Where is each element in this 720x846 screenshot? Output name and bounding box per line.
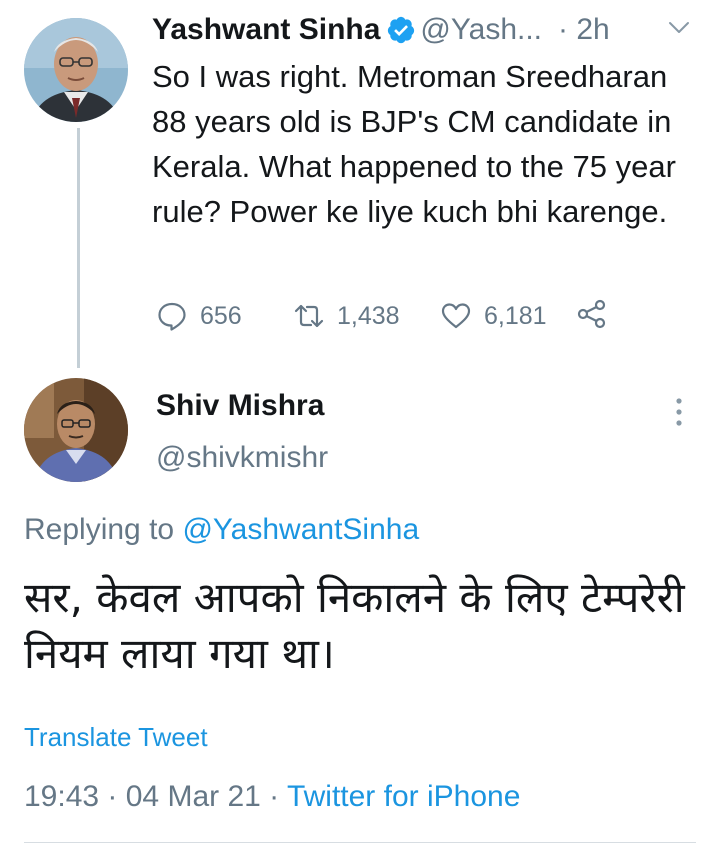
parent-tweet-text: So I was right. Metroman Sreedharan 88 y… [152, 59, 676, 229]
divider [24, 842, 696, 843]
translate-tweet-link[interactable]: Translate Tweet [24, 722, 208, 753]
like-button[interactable]: 6,181 [440, 296, 547, 336]
author-handle[interactable]: @Yash... [420, 13, 542, 47]
reply-icon [158, 302, 186, 331]
reply-button[interactable]: 656 [156, 296, 242, 336]
tweet-time: · 2h [558, 13, 610, 46]
author-handle[interactable]: @shivkmishr [156, 441, 328, 475]
author-name[interactable]: Yashwant Sinha [152, 13, 380, 47]
tweet-meta: 19:43 · 04 Mar 21 · Twitter for iPhone [24, 780, 520, 814]
like-count: 6,181 [484, 301, 547, 330]
replying-to-handle-link[interactable]: @YashwantSinha [182, 513, 419, 546]
tweet-date: · 04 Mar 21 · [107, 780, 280, 813]
replying-to: Replying to @YashwantSinha [24, 513, 419, 547]
verified-badge-icon [388, 16, 415, 44]
share-icon[interactable] [576, 298, 608, 330]
retweet-button[interactable]: 1,438 [293, 296, 400, 336]
parent-tweet-header: Yashwant Sinha @Yash... · 2h [152, 8, 610, 52]
avatar[interactable] [24, 378, 128, 482]
tweet-text: सर, केवल आपको निकालने के लिए टेम्परेरी न… [24, 573, 685, 678]
replying-prefix: Replying to [24, 513, 183, 546]
avatar[interactable] [24, 18, 128, 122]
chevron-down-icon[interactable] [668, 20, 690, 36]
author-name[interactable]: Shiv Mishra [156, 389, 324, 423]
more-vertical-icon[interactable] [673, 396, 685, 428]
tweet-source-link[interactable]: Twitter for iPhone [287, 780, 520, 813]
reply-count: 656 [200, 301, 242, 330]
retweet-count: 1,438 [337, 301, 400, 330]
tweet-time: 19:43 [24, 780, 100, 813]
thread-connector-line [77, 128, 80, 368]
heart-icon [441, 303, 471, 329]
retweet-icon [294, 304, 324, 328]
